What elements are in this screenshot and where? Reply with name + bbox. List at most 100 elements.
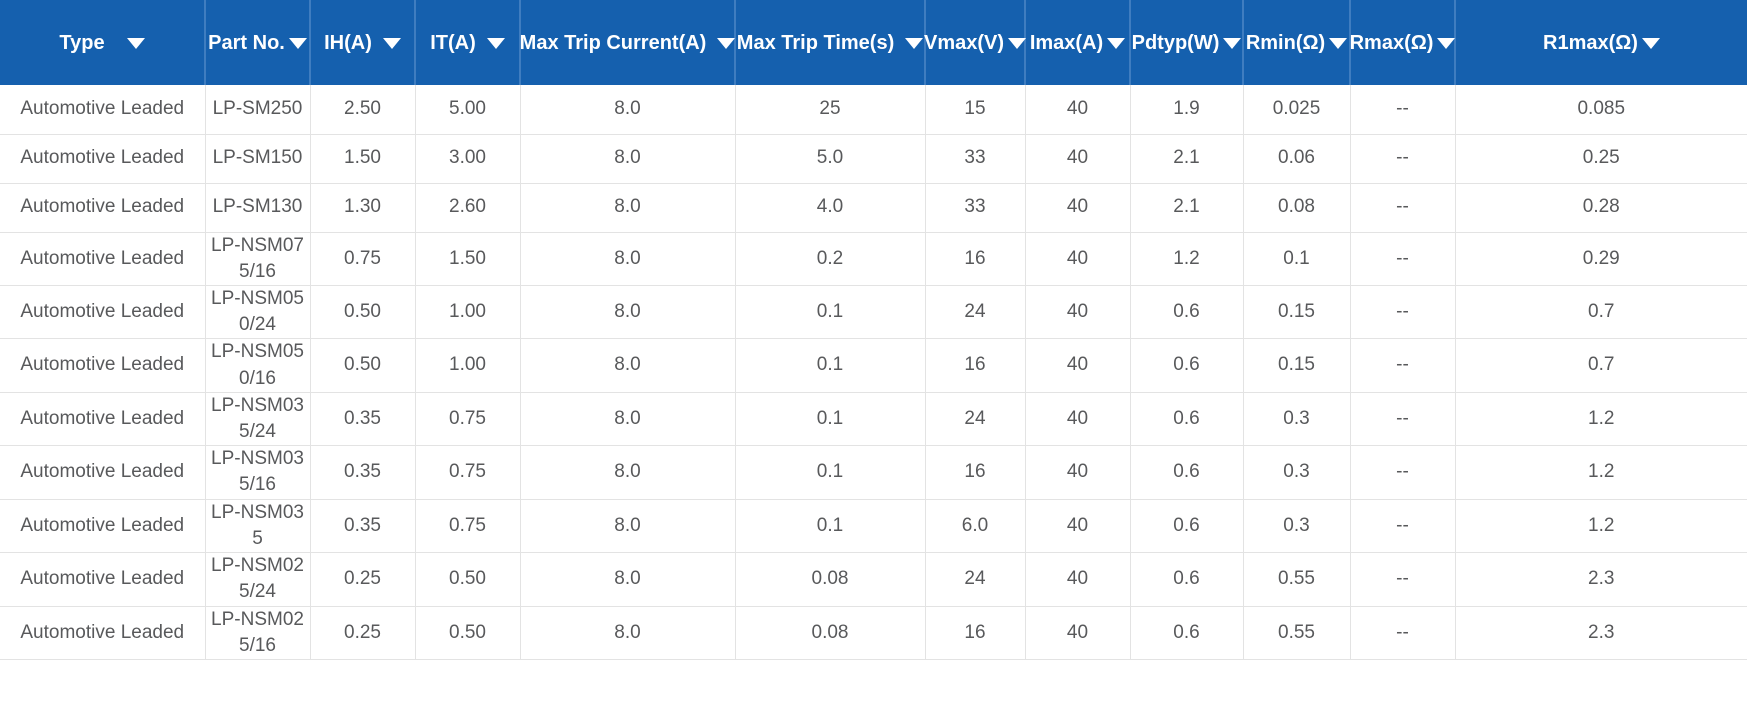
cell-pdtyp: 0.6 [1130, 606, 1243, 659]
cell-pdtyp: 0.6 [1130, 499, 1243, 552]
column-header-pdtyp[interactable]: Pdtyp(W) [1130, 0, 1243, 85]
table-row[interactable]: Automotive LeadedLP-NSM025/160.250.508.0… [0, 606, 1747, 659]
cell-ih: 1.50 [310, 134, 415, 183]
cell-ih: 0.25 [310, 553, 415, 606]
cell-type: Automotive Leaded [0, 232, 205, 285]
cell-mtt: 0.1 [735, 446, 925, 499]
column-header-part-no[interactable]: Part No. [205, 0, 310, 85]
column-header-label: Vmax(V) [924, 32, 1004, 54]
cell-ih: 2.50 [310, 85, 415, 134]
cell-part: LP-NSM025/24 [205, 553, 310, 606]
cell-type: Automotive Leaded [0, 339, 205, 392]
cell-rmax: -- [1350, 232, 1455, 285]
chevron-down-icon[interactable] [1107, 38, 1125, 49]
column-header-ih[interactable]: IH(A) [310, 0, 415, 85]
cell-part: LP-NSM035 [205, 499, 310, 552]
cell-it: 0.50 [415, 553, 520, 606]
cell-rmax: -- [1350, 339, 1455, 392]
cell-mtc: 8.0 [520, 285, 735, 338]
cell-rmax: -- [1350, 499, 1455, 552]
cell-r1max: 0.085 [1455, 85, 1747, 134]
cell-r1max: 0.29 [1455, 232, 1747, 285]
cell-it: 2.60 [415, 183, 520, 232]
cell-r1max: 1.2 [1455, 499, 1747, 552]
cell-mtt: 0.1 [735, 285, 925, 338]
column-header-max-trip-current[interactable]: Max Trip Current(A) [520, 0, 735, 85]
chevron-down-icon[interactable] [1437, 38, 1455, 49]
table-row[interactable]: Automotive LeadedLP-NSM050/160.501.008.0… [0, 339, 1747, 392]
cell-mtc: 8.0 [520, 339, 735, 392]
cell-it: 0.75 [415, 446, 520, 499]
cell-r1max: 2.3 [1455, 606, 1747, 659]
cell-imax: 40 [1025, 85, 1130, 134]
cell-r1max: 1.2 [1455, 446, 1747, 499]
table-header-row: Type Part No. IH(A) [0, 0, 1747, 85]
column-header-label: Max Trip Time(s) [737, 32, 894, 54]
cell-rmin: 0.3 [1243, 446, 1350, 499]
chevron-down-icon[interactable] [1642, 38, 1660, 49]
table-row[interactable]: Automotive LeadedLP-NSM075/160.751.508.0… [0, 232, 1747, 285]
table-row[interactable]: Automotive LeadedLP-NSM035/160.350.758.0… [0, 446, 1747, 499]
cell-rmax: -- [1350, 392, 1455, 445]
chevron-down-icon[interactable] [289, 38, 307, 49]
cell-mtc: 8.0 [520, 392, 735, 445]
cell-vmax: 15 [925, 85, 1025, 134]
column-header-label: Imax(A) [1030, 32, 1103, 54]
cell-type: Automotive Leaded [0, 553, 205, 606]
chevron-down-icon[interactable] [487, 38, 505, 49]
cell-type: Automotive Leaded [0, 392, 205, 445]
table-header: Type Part No. IH(A) [0, 0, 1747, 85]
cell-type: Automotive Leaded [0, 285, 205, 338]
cell-rmin: 0.3 [1243, 499, 1350, 552]
column-header-it[interactable]: IT(A) [415, 0, 520, 85]
table-row[interactable]: Automotive LeadedLP-SM2502.505.008.02515… [0, 85, 1747, 134]
cell-type: Automotive Leaded [0, 499, 205, 552]
cell-imax: 40 [1025, 499, 1130, 552]
cell-r1max: 0.28 [1455, 183, 1747, 232]
product-spec-table: Type Part No. IH(A) [0, 0, 1747, 660]
cell-type: Automotive Leaded [0, 134, 205, 183]
cell-rmin: 0.025 [1243, 85, 1350, 134]
column-header-rmin[interactable]: Rmin(Ω) [1243, 0, 1350, 85]
table-row[interactable]: Automotive LeadedLP-SM1501.503.008.05.03… [0, 134, 1747, 183]
column-header-type[interactable]: Type [0, 0, 205, 85]
cell-type: Automotive Leaded [0, 446, 205, 499]
chevron-down-icon[interactable] [383, 38, 401, 49]
column-header-vmax[interactable]: Vmax(V) [925, 0, 1025, 85]
cell-rmin: 0.3 [1243, 392, 1350, 445]
column-header-rmax[interactable]: Rmax(Ω) [1350, 0, 1455, 85]
cell-ih: 0.75 [310, 232, 415, 285]
cell-vmax: 16 [925, 232, 1025, 285]
table-row[interactable]: Automotive LeadedLP-SM1301.302.608.04.03… [0, 183, 1747, 232]
cell-r1max: 0.7 [1455, 285, 1747, 338]
table-row[interactable]: Automotive LeadedLP-NSM0350.350.758.00.1… [0, 499, 1747, 552]
chevron-down-icon[interactable] [1329, 38, 1347, 49]
column-header-max-trip-time[interactable]: Max Trip Time(s) [735, 0, 925, 85]
cell-rmax: -- [1350, 85, 1455, 134]
chevron-down-icon[interactable] [1008, 38, 1026, 49]
cell-mtc: 8.0 [520, 499, 735, 552]
chevron-down-icon[interactable] [1223, 38, 1241, 49]
cell-pdtyp: 1.9 [1130, 85, 1243, 134]
column-header-r1max[interactable]: R1max(Ω) [1455, 0, 1747, 85]
cell-vmax: 24 [925, 285, 1025, 338]
cell-type: Automotive Leaded [0, 183, 205, 232]
cell-r1max: 2.3 [1455, 553, 1747, 606]
cell-part: LP-NSM035/24 [205, 392, 310, 445]
chevron-down-icon[interactable] [717, 38, 735, 49]
chevron-down-icon[interactable] [127, 38, 145, 49]
cell-imax: 40 [1025, 446, 1130, 499]
chevron-down-icon[interactable] [905, 38, 923, 49]
cell-vmax: 16 [925, 446, 1025, 499]
cell-mtt: 0.1 [735, 339, 925, 392]
cell-rmin: 0.55 [1243, 606, 1350, 659]
column-header-imax[interactable]: Imax(A) [1025, 0, 1130, 85]
cell-r1max: 0.7 [1455, 339, 1747, 392]
cell-mtc: 8.0 [520, 446, 735, 499]
table-row[interactable]: Automotive LeadedLP-NSM025/240.250.508.0… [0, 553, 1747, 606]
cell-mtt: 0.08 [735, 553, 925, 606]
cell-imax: 40 [1025, 285, 1130, 338]
table-row[interactable]: Automotive LeadedLP-NSM035/240.350.758.0… [0, 392, 1747, 445]
table-row[interactable]: Automotive LeadedLP-NSM050/240.501.008.0… [0, 285, 1747, 338]
cell-mtc: 8.0 [520, 232, 735, 285]
